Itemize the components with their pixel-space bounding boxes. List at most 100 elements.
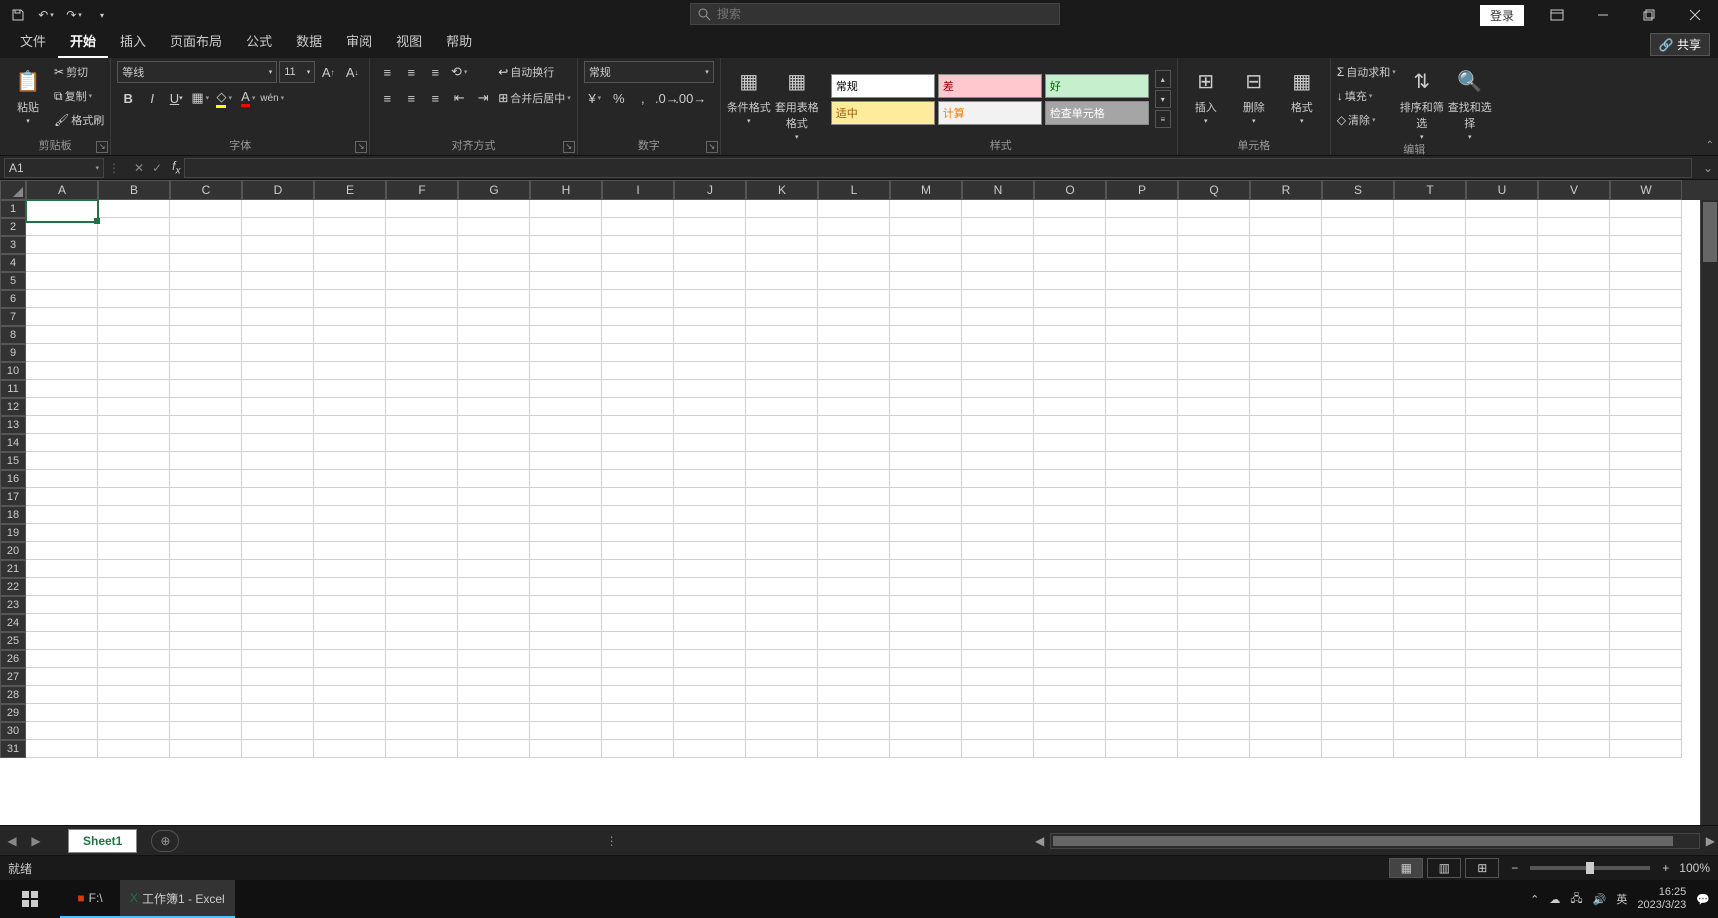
cell[interactable] (386, 506, 458, 524)
fill-button[interactable]: ↓填充▾ (1337, 85, 1396, 107)
cell[interactable] (1178, 650, 1250, 668)
cell[interactable] (458, 722, 530, 740)
name-box[interactable]: A1▾ (4, 158, 104, 178)
cell[interactable] (1322, 218, 1394, 236)
cell[interactable] (458, 488, 530, 506)
cell[interactable] (170, 596, 242, 614)
cell[interactable] (602, 470, 674, 488)
cell[interactable] (314, 740, 386, 758)
cell[interactable] (818, 308, 890, 326)
cell[interactable] (962, 596, 1034, 614)
cell[interactable] (386, 524, 458, 542)
tray-network-icon[interactable]: 🖧 (1570, 890, 1582, 909)
cell[interactable] (1538, 650, 1610, 668)
cell[interactable] (386, 578, 458, 596)
cell[interactable] (1034, 650, 1106, 668)
cell[interactable] (1538, 290, 1610, 308)
cell[interactable] (602, 380, 674, 398)
cell[interactable] (1322, 740, 1394, 758)
cell[interactable] (674, 488, 746, 506)
styles-scroll-up-icon[interactable]: ▴ (1155, 70, 1171, 88)
cell[interactable] (1394, 578, 1466, 596)
cell[interactable] (1394, 218, 1466, 236)
cell[interactable] (1394, 632, 1466, 650)
cell[interactable] (602, 524, 674, 542)
cell[interactable] (26, 380, 98, 398)
cell[interactable] (386, 416, 458, 434)
cell[interactable] (1106, 596, 1178, 614)
column-header[interactable]: R (1250, 180, 1322, 200)
cell[interactable] (1178, 614, 1250, 632)
row-header[interactable]: 8 (0, 326, 26, 344)
row-header[interactable]: 30 (0, 722, 26, 740)
grid-cells[interactable]: 1234567891011121314151617181920212223242… (0, 200, 1718, 825)
cell[interactable] (26, 434, 98, 452)
row-header[interactable]: 5 (0, 272, 26, 290)
cell[interactable] (1034, 596, 1106, 614)
cell[interactable] (1538, 668, 1610, 686)
cell[interactable] (1250, 740, 1322, 758)
login-button[interactable]: 登录 (1480, 5, 1524, 26)
cell[interactable] (1178, 344, 1250, 362)
cell[interactable] (1178, 542, 1250, 560)
cell[interactable] (1106, 416, 1178, 434)
cell[interactable] (1034, 326, 1106, 344)
cell[interactable] (1322, 542, 1394, 560)
cell[interactable] (98, 326, 170, 344)
cell[interactable] (1106, 488, 1178, 506)
cell[interactable] (1178, 704, 1250, 722)
cell[interactable] (458, 398, 530, 416)
new-sheet-button[interactable]: ⊕ (151, 830, 179, 852)
cell[interactable] (1394, 740, 1466, 758)
cell[interactable] (1250, 632, 1322, 650)
cell[interactable] (674, 614, 746, 632)
format-cells-button[interactable]: ▦格式▾ (1280, 61, 1324, 125)
row-header[interactable]: 2 (0, 218, 26, 236)
enter-formula-icon[interactable]: ✓ (152, 161, 162, 175)
cell[interactable] (1610, 704, 1682, 722)
cell[interactable] (1322, 200, 1394, 218)
row-header[interactable]: 19 (0, 524, 26, 542)
cell[interactable] (242, 488, 314, 506)
cell[interactable] (818, 542, 890, 560)
cell[interactable] (890, 524, 962, 542)
cell[interactable] (818, 362, 890, 380)
cell[interactable] (962, 416, 1034, 434)
cell[interactable] (26, 614, 98, 632)
column-header[interactable]: U (1466, 180, 1538, 200)
cell[interactable] (1250, 218, 1322, 236)
cell[interactable] (1394, 668, 1466, 686)
cell[interactable] (1178, 200, 1250, 218)
cell[interactable] (674, 434, 746, 452)
tray-clock[interactable]: 16:25 2023/3/23 (1637, 886, 1686, 912)
cell[interactable] (746, 560, 818, 578)
cell[interactable] (1034, 740, 1106, 758)
cell[interactable] (98, 236, 170, 254)
cell[interactable] (1178, 362, 1250, 380)
cell[interactable] (818, 398, 890, 416)
cell[interactable] (602, 362, 674, 380)
cell[interactable] (242, 344, 314, 362)
expand-formula-bar-icon[interactable]: ⌄ (1698, 161, 1718, 175)
cell[interactable] (1610, 686, 1682, 704)
cell[interactable] (1106, 560, 1178, 578)
cell[interactable] (242, 308, 314, 326)
cell[interactable] (746, 632, 818, 650)
cell[interactable] (1250, 236, 1322, 254)
cell[interactable] (386, 470, 458, 488)
cell[interactable] (1538, 416, 1610, 434)
cell[interactable] (98, 704, 170, 722)
cell[interactable] (1106, 686, 1178, 704)
row-header[interactable]: 26 (0, 650, 26, 668)
cell[interactable] (98, 416, 170, 434)
cell[interactable] (530, 524, 602, 542)
cell[interactable] (818, 722, 890, 740)
cell[interactable] (1322, 722, 1394, 740)
cell[interactable] (818, 290, 890, 308)
cell[interactable] (386, 344, 458, 362)
insert-cells-button[interactable]: ⊞插入▾ (1184, 61, 1228, 125)
vertical-scrollbar[interactable] (1700, 200, 1718, 825)
cell[interactable] (242, 470, 314, 488)
tab-scroll-options-icon[interactable]: ⋮ (606, 834, 618, 848)
row-header[interactable]: 31 (0, 740, 26, 758)
